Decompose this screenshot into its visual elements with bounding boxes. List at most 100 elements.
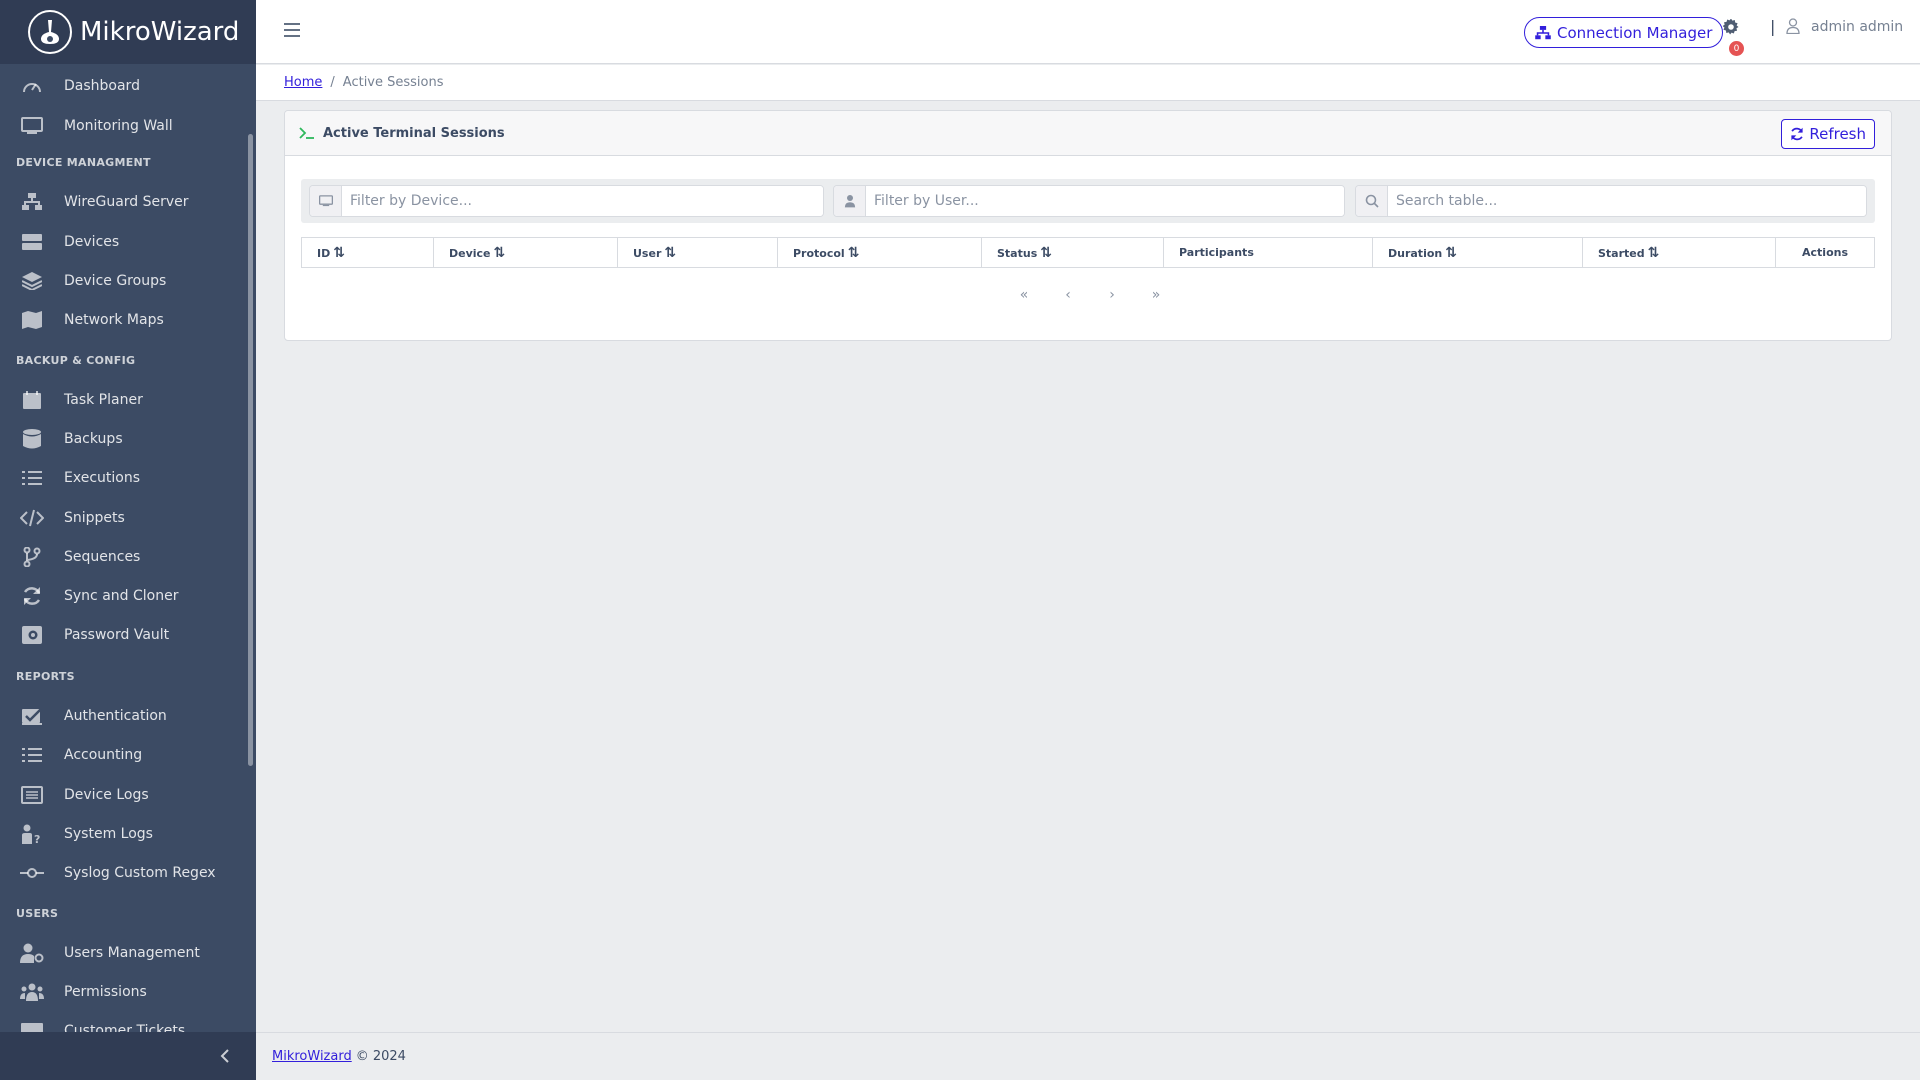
sidebar-item-password-vault[interactable]: Password Vault: [0, 617, 246, 653]
sidebar-item-label: Snippets: [64, 510, 125, 526]
people-icon: [20, 982, 44, 1002]
user-icon[interactable]: [1786, 18, 1800, 34]
sidebar-item-device-groups[interactable]: Device Groups: [0, 263, 246, 299]
table-header-row: ID ⇅ Device ⇅ User ⇅ Protocol ⇅ Status ⇅ Part…: [301, 237, 1875, 268]
user-name[interactable]: admin admin: [1811, 19, 1903, 35]
column-duration[interactable]: Duration ⇅: [1372, 237, 1583, 268]
sidebar-item-label: Dashboard: [64, 78, 140, 94]
sidebar: MikroWizard Dashboard Monitoring Wall DE…: [0, 0, 256, 1080]
sidebar-item-label: Device Logs: [64, 787, 149, 803]
sidebar-item-label: Monitoring Wall: [64, 118, 173, 134]
brand-name: MikroWizard: [80, 17, 240, 47]
sidebar-item-system-logs[interactable]: ? System Logs: [0, 816, 246, 852]
sort-icon: ⇅: [664, 244, 677, 261]
footer-copyright: © 2024: [355, 1049, 406, 1064]
breadcrumb-separator: /: [330, 75, 335, 90]
last-page-button[interactable]: »: [1147, 287, 1165, 303]
column-label: Protocol: [793, 246, 845, 260]
layers-icon: [20, 271, 44, 291]
column-protocol[interactable]: Protocol ⇅: [777, 237, 982, 268]
column-label: Started: [1598, 246, 1645, 260]
column-user[interactable]: User ⇅: [617, 237, 778, 268]
column-participants: Participants: [1163, 237, 1373, 268]
footer-link[interactable]: MikroWizard: [272, 1049, 352, 1064]
sidebar-item-dashboard[interactable]: Dashboard: [0, 68, 246, 104]
column-label: Actions: [1802, 246, 1848, 259]
sidebar-item-executions[interactable]: Executions: [0, 460, 246, 496]
sidebar-item-syslog-regex[interactable]: Syslog Custom Regex: [0, 855, 246, 891]
column-started[interactable]: Started ⇅: [1582, 237, 1776, 268]
connection-manager-label: Connection Manager: [1557, 23, 1713, 42]
network-icon: [20, 192, 44, 212]
search-icon: [1356, 186, 1388, 216]
vault-icon: [20, 625, 44, 645]
breadcrumb-current: Active Sessions: [342, 75, 444, 90]
device-filter-input[interactable]: [342, 186, 823, 216]
hamburger-menu-icon[interactable]: [282, 20, 302, 40]
sidebar-item-wireguard[interactable]: WireGuard Server: [0, 184, 246, 220]
sidebar-item-label: Sync and Cloner: [64, 588, 179, 604]
sidebar-item-accounting[interactable]: Accounting: [0, 737, 246, 773]
database-icon: [20, 429, 44, 449]
nav-section-backup: BACKUP & CONFIG: [16, 354, 136, 367]
refresh-icon: [1791, 127, 1804, 141]
sidebar-item-sequences[interactable]: Sequences: [0, 539, 246, 575]
wizard-logo-icon: [28, 10, 72, 54]
breadcrumb-home-link[interactable]: Home: [284, 75, 322, 90]
map-icon: [20, 310, 44, 330]
sidebar-item-backups[interactable]: Backups: [0, 421, 246, 457]
sidebar-item-devices[interactable]: Devices: [0, 224, 246, 260]
sidebar-item-label: Authentication: [64, 708, 167, 724]
sidebar-item-sync-cloner[interactable]: Sync and Cloner: [0, 578, 246, 614]
column-status[interactable]: Status ⇅: [981, 237, 1164, 268]
user-filter-input[interactable]: [866, 186, 1344, 216]
sidebar-scrollbar[interactable]: [248, 134, 253, 766]
sidebar-item-snippets[interactable]: Snippets: [0, 500, 246, 536]
column-id[interactable]: ID ⇅: [301, 237, 434, 268]
column-label: User: [633, 246, 662, 260]
active-sessions-card: Active Terminal Sessions Refresh ID⇅ Dev…: [284, 110, 1892, 341]
sidebar-item-label: Task Planer: [64, 392, 143, 408]
sort-icon: ⇅: [333, 244, 345, 261]
chevron-left-icon: [220, 1049, 229, 1063]
card-header: Active Terminal Sessions Refresh: [285, 111, 1891, 156]
sidebar-item-label: Network Maps: [64, 312, 164, 328]
header: Connection Manager 0 | admin admin: [256, 0, 1920, 64]
ticket-icon: [20, 1021, 44, 1032]
sidebar-item-device-logs[interactable]: Device Logs: [0, 777, 246, 813]
code-icon: [20, 508, 44, 528]
gear-icon[interactable]: [1723, 19, 1739, 35]
sidebar-item-network-maps[interactable]: Network Maps: [0, 302, 246, 338]
pagination: « ‹ › »: [1015, 287, 1165, 303]
sidebar-item-authentication[interactable]: Authentication: [0, 698, 246, 734]
header-divider: |: [1770, 17, 1776, 36]
user-gear-icon: [20, 943, 44, 963]
sidebar-item-label: Customer Tickets: [64, 1023, 186, 1032]
sidebar-item-label: Device Groups: [64, 273, 167, 289]
first-page-button[interactable]: «: [1015, 287, 1033, 303]
sidebar-collapse-button[interactable]: [0, 1032, 256, 1080]
column-label: Status: [997, 246, 1038, 260]
column-device[interactable]: Device ⇅: [433, 237, 618, 268]
nav-section-users: USERS: [16, 907, 59, 920]
user-filter-group: [833, 185, 1345, 217]
search-input[interactable]: [1388, 186, 1866, 216]
sidebar-item-label: Syslog Custom Regex: [64, 865, 216, 881]
sidebar-item-label: Permissions: [64, 984, 147, 1000]
sidebar-item-users-management[interactable]: Users Management: [0, 935, 246, 971]
sort-icon: ⇅: [847, 244, 860, 261]
brand[interactable]: MikroWizard: [0, 0, 256, 64]
sidebar-item-customer-tickets[interactable]: Customer Tickets: [0, 1013, 246, 1032]
sidebar-item-label: Executions: [64, 470, 140, 486]
column-label: Device: [449, 246, 491, 260]
next-page-button[interactable]: ›: [1103, 287, 1121, 303]
sidebar-item-task-planer[interactable]: Task Planer: [0, 382, 246, 418]
sidebar-item-label: Password Vault: [64, 627, 170, 643]
sidebar-item-monitoring-wall[interactable]: Monitoring Wall: [0, 108, 246, 144]
connection-manager-button[interactable]: Connection Manager: [1524, 17, 1724, 48]
prev-page-button[interactable]: ‹: [1059, 287, 1077, 303]
sidebar-item-permissions[interactable]: Permissions: [0, 974, 246, 1010]
monitor-icon: [310, 186, 342, 216]
monitor-icon: [20, 116, 44, 136]
refresh-button[interactable]: Refresh: [1781, 119, 1875, 149]
